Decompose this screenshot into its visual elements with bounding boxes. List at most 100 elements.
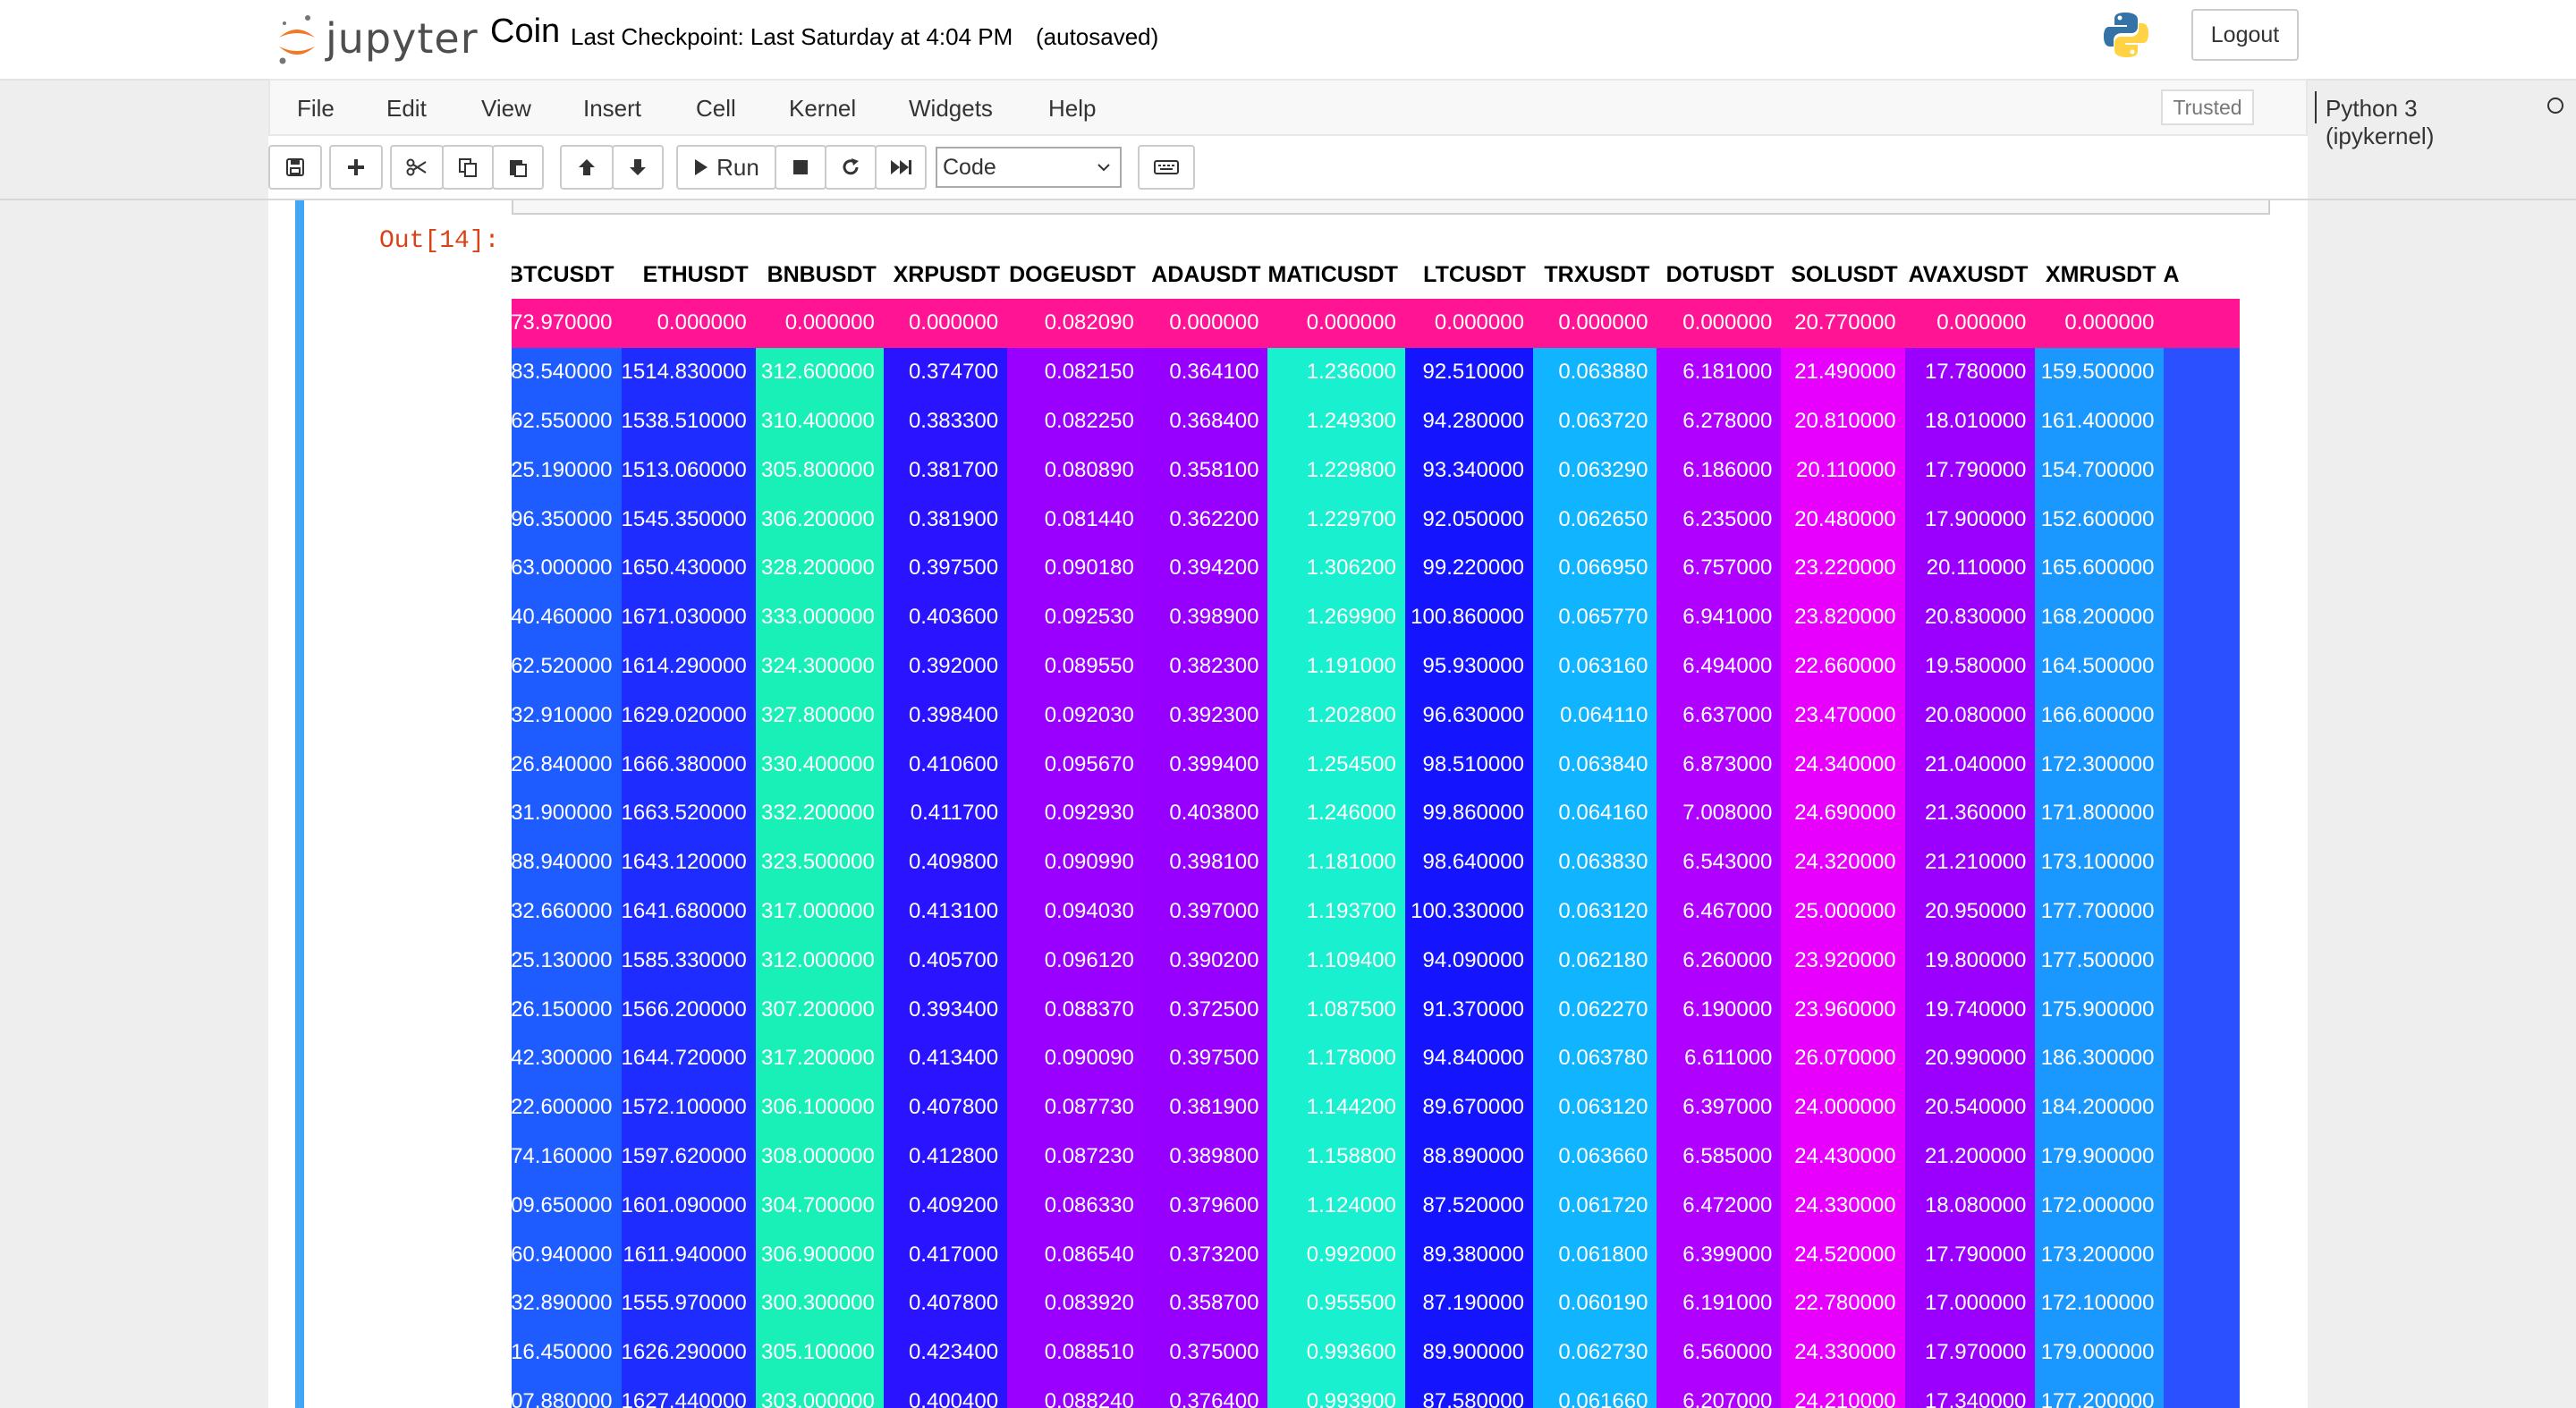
move-up-button[interactable] <box>560 145 614 190</box>
cell-type-select[interactable]: Code <box>936 147 1122 188</box>
menubar: File Edit View Insert Cell Kernel Widget… <box>268 79 2563 149</box>
table-cell: 20.480000 <box>1781 495 1905 544</box>
table-cell: 0.398900 <box>1142 592 1268 642</box>
menu-cell[interactable]: Cell <box>696 95 736 123</box>
kernel-name[interactable]: Python 3 (ipykernel) <box>2326 95 2434 150</box>
table-cell: 6.472000 <box>1657 1181 1782 1231</box>
table-row: 773.9700000.0000000.0000000.0000000.0820… <box>512 299 2240 348</box>
table-cell: 22.780000 <box>1781 1278 1905 1328</box>
table-cell: 173.200000 <box>2035 1230 2164 1279</box>
table-cell: 87.190000 <box>1404 1278 1533 1328</box>
table-cell: 0.417000 <box>883 1230 1008 1279</box>
restart-run-all-button[interactable] <box>875 145 927 190</box>
table-cell: 0.061720 <box>1532 1181 1657 1231</box>
table-cell: 0.000000 <box>1267 299 1405 348</box>
cell-type-value: Code <box>943 155 996 180</box>
table-cell: 98.640000 <box>1404 837 1533 887</box>
notebook-title[interactable]: Coin <box>490 13 560 51</box>
jupyter-logo-text: jupyter <box>326 14 479 63</box>
insert-cell-button[interactable] <box>329 145 383 190</box>
table-cell: 1663.520000 <box>621 788 756 838</box>
menu-help[interactable]: Help <box>1048 95 1096 123</box>
menu-file[interactable]: File <box>297 95 335 123</box>
table-cell: 963.000000 <box>512 543 622 593</box>
table-cell <box>2163 1181 2240 1231</box>
paste-icon <box>510 160 527 177</box>
logout-button[interactable]: Logout <box>2191 9 2299 61</box>
code-input-area[interactable] <box>512 200 2270 215</box>
table-row: 632.8900001555.970000300.3000000.4078000… <box>512 1278 2240 1328</box>
table-cell: 6.181000 <box>1657 347 1782 397</box>
table-cell: 24.340000 <box>1781 740 1905 789</box>
table-cell <box>2163 641 2240 691</box>
command-palette-button[interactable] <box>1138 145 1195 190</box>
table-cell <box>2163 1132 2240 1182</box>
table-cell: 632.890000 <box>512 1278 622 1328</box>
menu-insert[interactable]: Insert <box>583 95 641 123</box>
table-cell: 173.100000 <box>2035 837 2164 887</box>
table-cell: 6.190000 <box>1657 985 1782 1034</box>
table-cell: 179.000000 <box>2035 1327 2164 1378</box>
table-cell: 1.191000 <box>1267 641 1405 691</box>
table-cell: 17.000000 <box>1904 1278 2036 1328</box>
table-cell: 21.490000 <box>1781 347 1905 397</box>
table-cell: 94.840000 <box>1404 1033 1533 1083</box>
table-cell: 88.890000 <box>1404 1132 1533 1182</box>
table-cell: 312.600000 <box>755 347 884 397</box>
output-prompt: Out[14]: <box>379 227 500 255</box>
trusted-indicator[interactable]: Trusted <box>2161 89 2254 125</box>
table-cell: 0.063840 <box>1532 740 1657 789</box>
table-row: 862.5500001538.510000310.4000000.3833000… <box>512 396 2240 446</box>
table-cell: 1614.290000 <box>621 641 756 691</box>
save-button[interactable] <box>268 145 322 190</box>
table-cell: 0.062180 <box>1532 936 1657 986</box>
notebook-container[interactable]: Out[14]: BTCUSDT ETHUSDT BNBUSDT XRPUSDT DOG… <box>268 200 2308 1408</box>
table-cell: 0.397000 <box>1142 886 1268 937</box>
table-cell <box>2163 396 2240 446</box>
table-cell: 1.229700 <box>1267 495 1405 544</box>
table-cell: 0.092030 <box>1007 691 1143 741</box>
dataframe-output[interactable]: BTCUSDT ETHUSDT BNBUSDT XRPUSDT DOGEUSDT ADAU… <box>512 250 2270 1408</box>
table-cell: 431.900000 <box>512 788 622 838</box>
move-down-button[interactable] <box>612 145 664 190</box>
table-cell: 6.585000 <box>1657 1132 1782 1182</box>
arrow-down-icon <box>630 159 646 175</box>
table-cell: 19.800000 <box>1904 936 2036 986</box>
table-cell: 0.000000 <box>1904 299 2036 348</box>
table-row: 916.4500001626.290000305.1000000.4234000… <box>512 1327 2240 1378</box>
column-header: A <box>2163 250 2240 299</box>
run-button[interactable]: Run <box>676 145 776 190</box>
restart-button[interactable] <box>825 145 877 190</box>
table-cell: 95.930000 <box>1404 641 1533 691</box>
interrupt-button[interactable] <box>775 145 826 190</box>
table-cell: 0.412800 <box>883 1132 1008 1182</box>
table-cell: 6.494000 <box>1657 641 1782 691</box>
menu-kernel[interactable]: Kernel <box>789 95 856 123</box>
menu-edit[interactable]: Edit <box>386 95 427 123</box>
chevron-down-icon <box>1097 164 1110 172</box>
table-cell: 326.840000 <box>512 740 622 789</box>
table-cell <box>2163 1278 2240 1328</box>
table-cell: 0.993600 <box>1267 1327 1405 1378</box>
table-row: 060.9400001611.940000306.9000000.4170000… <box>512 1230 2240 1279</box>
menu-widgets[interactable]: Widgets <box>909 95 993 123</box>
table-cell: 22.660000 <box>1781 641 1905 691</box>
table-cell: 826.150000 <box>512 985 622 1034</box>
table-cell: 20.950000 <box>1904 886 2036 937</box>
table-cell: 1629.020000 <box>621 691 756 741</box>
table-cell: 17.790000 <box>1904 1230 2036 1279</box>
cut-button[interactable] <box>390 145 444 190</box>
run-icon <box>695 159 708 175</box>
save-icon <box>286 158 304 176</box>
table-cell: 6.543000 <box>1657 837 1782 887</box>
jupyter-logo[interactable]: jupyter <box>275 11 478 68</box>
table-cell: 0.063120 <box>1532 1082 1657 1132</box>
table-cell: 307.200000 <box>755 985 884 1034</box>
table-cell: 17.780000 <box>1904 347 2036 397</box>
menu-view[interactable]: View <box>481 95 531 123</box>
table-cell: 0.407800 <box>883 1278 1008 1328</box>
table-cell: 625.190000 <box>512 445 622 496</box>
copy-button[interactable] <box>442 145 494 190</box>
table-cell: 168.200000 <box>2035 592 2164 642</box>
paste-button[interactable] <box>492 145 544 190</box>
